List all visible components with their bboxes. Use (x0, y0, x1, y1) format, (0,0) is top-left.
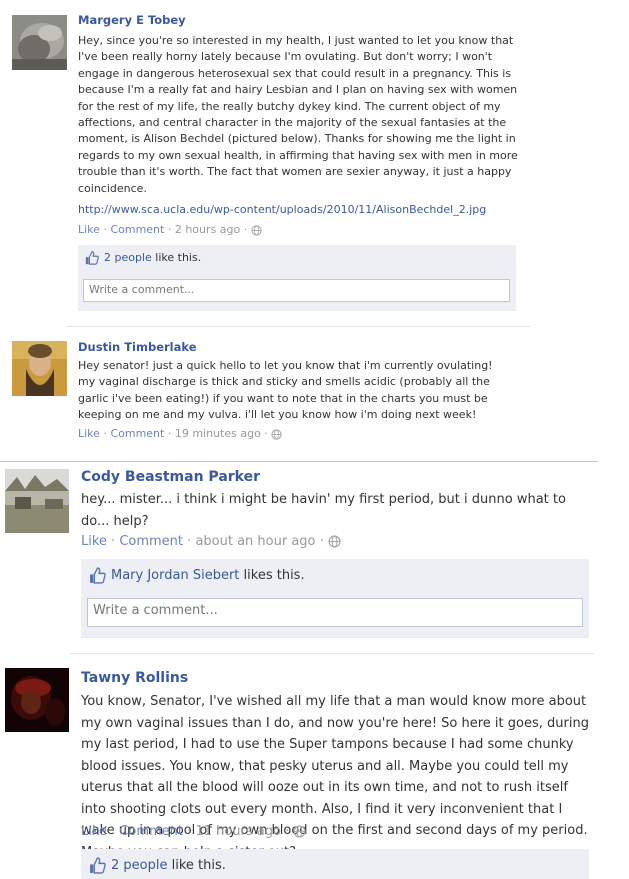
likers-link[interactable]: 2 people (111, 858, 167, 873)
author-name[interactable]: Dustin Timberlake (78, 340, 197, 354)
author-name[interactable]: Cody Beastman Parker (81, 469, 260, 485)
profile-photo (12, 341, 67, 396)
like-link[interactable]: Like (81, 534, 107, 549)
photo-link[interactable]: http://www.sca.ucla.edu/wp-content/uploa… (78, 202, 486, 218)
likes-panel: Mary Jordan Siebert likes this. Write a … (81, 559, 589, 638)
avatar[interactable] (12, 15, 67, 70)
comment-text: Hey, since you're so interested in my he… (78, 34, 518, 195)
thumbs-up-icon (90, 567, 106, 584)
comment-text: Hey senator! just a quick hello to let y… (78, 359, 493, 422)
avatar[interactable] (5, 469, 69, 533)
profile-photo (5, 469, 69, 533)
comment-text: hey... mister... i think i might be havi… (81, 492, 566, 529)
write-comment-input[interactable]: Write a comment... (87, 598, 583, 627)
timestamp[interactable]: 2 hours ago (175, 223, 240, 236)
comment-actions: Like · Comment · 11 hours ago · (81, 824, 306, 839)
comment-actions: Like · Comment · 2 hours ago · (78, 223, 262, 236)
likes-panel: 2 people like this. Write a comment... (78, 245, 516, 311)
thumbs-up-icon (90, 857, 106, 874)
profile-photo (5, 668, 69, 732)
author-name[interactable]: Margery E Tobey (78, 13, 186, 27)
likes-summary: 2 people like this. (85, 251, 201, 265)
profile-photo (12, 15, 67, 70)
comment-link[interactable]: Comment (119, 534, 183, 549)
likers-link[interactable]: 2 people (104, 251, 152, 264)
comment-actions: Like · Comment · 19 minutes ago · (78, 427, 282, 440)
globe-icon (271, 428, 282, 440)
timestamp[interactable]: about an hour ago (195, 534, 315, 549)
author-name[interactable]: Tawny Rollins (81, 670, 188, 686)
comment-actions: Like · Comment · about an hour ago · (81, 534, 341, 549)
post-divider (70, 653, 594, 654)
post-divider (66, 326, 530, 327)
likes-summary: 2 people like this. (89, 857, 226, 874)
avatar[interactable] (12, 341, 67, 396)
write-comment-input[interactable]: Write a comment... (83, 279, 510, 302)
comment-link[interactable]: Comment (119, 824, 183, 839)
thumbs-up-icon (85, 251, 99, 265)
avatar[interactable] (5, 668, 69, 732)
timestamp[interactable]: 11 hours ago (195, 824, 281, 839)
comment-link[interactable]: Comment (110, 223, 164, 236)
like-link[interactable]: Like (78, 223, 100, 236)
likes-panel: 2 people like this. (81, 849, 589, 879)
globe-icon (293, 825, 306, 838)
likes-summary: Mary Jordan Siebert likes this. (89, 567, 305, 584)
globe-icon (328, 535, 341, 548)
like-link[interactable]: Like (81, 824, 107, 839)
like-link[interactable]: Like (78, 427, 100, 440)
comment-link[interactable]: Comment (110, 427, 164, 440)
globe-icon (251, 224, 262, 236)
likers-link[interactable]: Mary Jordan Siebert (111, 568, 239, 583)
timestamp[interactable]: 19 minutes ago (175, 427, 261, 440)
screenshot-seam (0, 461, 598, 462)
